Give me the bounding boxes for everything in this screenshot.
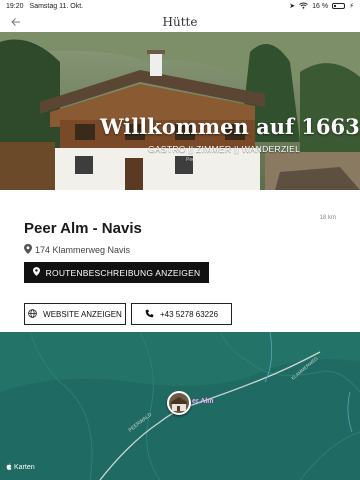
distance-label: 18 km [319, 215, 336, 221]
pin-thumbnail [169, 393, 189, 413]
hero-title: Willkommen auf 1663m [100, 114, 360, 139]
wifi-icon [299, 2, 308, 11]
website-button-label: WEBSITE ANZEIGEN [43, 309, 122, 319]
hero-image: Willkommen auf 1663m GASTRO || ZIMMER ||… [0, 32, 360, 190]
phone-icon [145, 309, 154, 320]
back-arrow-icon[interactable] [8, 14, 24, 30]
maps-attribution[interactable]: Karten [6, 463, 35, 472]
phone-button-label: +43 5278 63226 [159, 309, 219, 319]
map-pin-label: er Alm [192, 398, 214, 405]
hero-subtitle: GASTRO || ZIMMER || WANDERZIEL [148, 144, 301, 154]
route-button-label: ROUTENBESCHREIBUNG ANZEIGEN [45, 267, 201, 278]
charging-icon: ⚡ [349, 3, 354, 10]
phone-button[interactable]: +43 5278 63226 [131, 303, 232, 325]
battery-percent: 16 % [312, 2, 329, 10]
status-date: Samstag 11. Okt. [29, 2, 84, 10]
address: 174 Klammerweg Navis [24, 244, 130, 256]
website-button[interactable]: WEBSITE ANZEIGEN [24, 303, 126, 325]
apple-logo-icon [6, 463, 12, 472]
place-title: Peer Alm - Navis [24, 220, 142, 237]
nav-bar: Hütte [0, 12, 360, 32]
location-pin-icon [32, 267, 40, 278]
maps-label: Karten [14, 464, 35, 471]
globe-icon [28, 308, 37, 320]
page-title: Hütte [162, 15, 198, 29]
hut-photo [0, 32, 360, 190]
status-bar: 19:20 Samstag 11. Okt. ➤ 16 % ⚡ [0, 0, 360, 12]
status-time: 19:20 [6, 2, 24, 10]
route-button[interactable]: ROUTENBESCHREIBUNG ANZEIGEN [24, 262, 209, 283]
address-text: 174 Klammerweg Navis [35, 245, 131, 255]
location-icon: ➤ [289, 3, 296, 10]
map-pin-marker[interactable] [167, 391, 191, 415]
battery-icon [332, 3, 346, 9]
map-pin-icon [24, 244, 32, 256]
hero-caption: Peer Alm - Navis - Wipptal [186, 157, 245, 163]
